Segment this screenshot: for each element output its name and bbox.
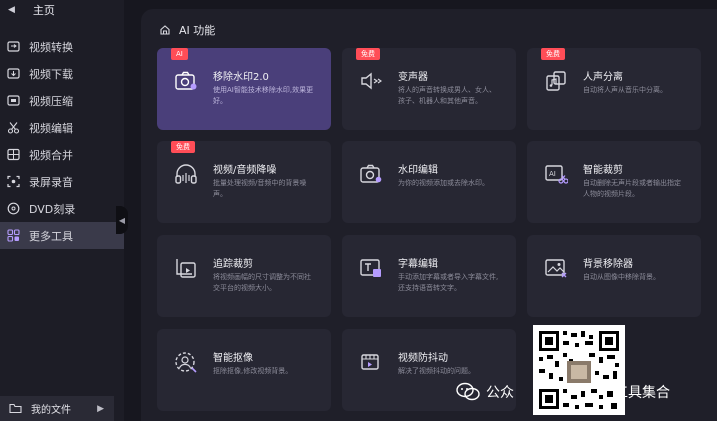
sidebar-item-label: 视频合并 [29, 148, 73, 162]
ai-scissors-icon: AI [543, 161, 569, 187]
camera-icon [358, 161, 384, 187]
card-description: 解决了视频抖动的问题。 [398, 367, 475, 375]
card-title: 追踪裁剪 [213, 259, 253, 270]
card-description: 将视频画幅的尺寸调整为不同社交平台的视频大小。 [213, 273, 311, 292]
ai-badge: AI [171, 48, 188, 60]
card-voice-changer[interactable]: 免费 变声器 将人的声音转换成男人、女人、孩子、机器人和其他声音。 [342, 48, 516, 130]
card-watermark-editor[interactable]: 水印编辑 为你的视频添加或去除水印。 [342, 141, 516, 223]
card-vocal-separation[interactable]: 免费 人声分离 自动将人声从音乐中分离。 [527, 48, 701, 130]
card-title: 人声分离 [583, 72, 623, 83]
card-title: 视频防抖动 [398, 353, 448, 364]
free-badge: 免费 [171, 141, 195, 153]
card-description: 将人的声音转换成男人、女人、孩子、机器人和其他声音。 [398, 86, 496, 105]
card-description: 自动删除无声片段或者输出指定人物的视频片段。 [583, 179, 681, 198]
download-icon [6, 67, 20, 81]
svg-text:AI: AI [549, 170, 556, 178]
my-files-label: 我的文件 [31, 405, 71, 416]
crop-frame-icon [173, 255, 199, 281]
free-badge: 免费 [356, 48, 380, 60]
watermark-text-left: 公众 [486, 385, 514, 401]
sidebar-item-label: DVD刻录 [29, 202, 76, 216]
card-title: 字幕编辑 [398, 259, 438, 270]
free-badge: 免费 [541, 48, 565, 60]
subtitle-icon [358, 255, 384, 281]
sidebar-item-label: 视频转换 [29, 40, 73, 54]
card-description: 自动将人声从音乐中分离。 [583, 86, 667, 94]
my-files-button[interactable]: 我的文件 ▶ [0, 396, 114, 421]
home-label: 主页 [32, 4, 55, 17]
card-track-crop[interactable]: 追踪裁剪 将视频画幅的尺寸调整为不同社交平台的视频大小。 [157, 235, 331, 317]
video-convert-icon [6, 40, 20, 54]
card-description: 抠除抠像,修改视频背景。 [213, 367, 293, 375]
sidebar-item-screen-record[interactable]: 录屏录音 [0, 168, 124, 195]
scissors-icon [6, 121, 20, 135]
chevron-right-icon: ▶ [97, 403, 104, 414]
compress-icon [6, 94, 20, 108]
watermark-overlay: 公众 工具集合 [456, 382, 670, 402]
ai-features-panel: AI 功能 AI 移除水印2.0 使用AI智能技术移除水印,效果更好。 免费 变… [141, 9, 717, 421]
card-smart-cut[interactable]: AI 智能裁剪 自动删除无声片段或者输出指定人物的视频片段。 [527, 141, 701, 223]
home-nav-item[interactable]: ◀ 主页 [0, 0, 124, 20]
wechat-icon [456, 382, 480, 402]
screen-record-icon [6, 175, 20, 189]
folder-icon [9, 403, 22, 414]
watermark-text-right: 工具集合 [614, 385, 670, 401]
sidebar-item-dvd-burn[interactable]: DVD刻录 [0, 195, 124, 222]
ai-features-icon [159, 24, 171, 36]
card-background-remover[interactable]: 背景移除器 自动从图像中移除背景。 [527, 235, 701, 317]
speaker-icon [358, 68, 384, 94]
card-title: 水印编辑 [398, 165, 438, 176]
more-tools-icon [6, 229, 20, 243]
music-note-icon [543, 68, 569, 94]
card-description: 使用AI智能技术移除水印,效果更好。 [213, 86, 314, 105]
card-title: 变声器 [398, 72, 428, 83]
card-title: 智能裁剪 [583, 165, 623, 176]
sidebar-nav: 视频转换 视频下载 视频压缩 视频编辑 视频合并 录屏录音 DVD刻录 更多工具 [0, 33, 124, 249]
card-description: 为你的视频添加或去除水印。 [398, 179, 489, 187]
card-title: 移除水印2.0 [213, 72, 269, 83]
sidebar: ◀ 主页 视频转换 视频下载 视频压缩 视频编辑 视频合并 录屏录音 DVD刻录… [0, 0, 124, 421]
sidebar-item-label: 录屏录音 [29, 175, 73, 189]
card-title: 智能抠像 [213, 353, 253, 364]
panel-title-text: AI 功能 [179, 24, 216, 37]
image-icon [543, 255, 569, 281]
back-arrow-icon[interactable]: ◀ [8, 5, 15, 15]
headphones-icon [173, 161, 199, 187]
sidebar-item-label: 视频编辑 [29, 121, 73, 135]
camera-eraser-icon [173, 68, 199, 94]
merge-icon [6, 148, 20, 162]
sidebar-collapse-handle[interactable]: ◀ [116, 206, 128, 234]
sidebar-item-video-download[interactable]: 视频下载 [0, 60, 124, 87]
card-title: 背景移除器 [583, 259, 633, 270]
sidebar-item-label: 视频下载 [29, 67, 73, 81]
panel-title: AI 功能 [159, 22, 215, 38]
card-title: 视频/音频降噪 [213, 165, 277, 176]
sidebar-item-label: 视频压缩 [29, 94, 73, 108]
sidebar-item-label: 更多工具 [29, 229, 73, 243]
sidebar-item-video-compress[interactable]: 视频压缩 [0, 87, 124, 114]
dvd-icon [6, 202, 20, 216]
sidebar-item-video-merge[interactable]: 视频合并 [0, 141, 124, 168]
portrait-cutout-icon [173, 349, 199, 375]
card-smart-cutout[interactable]: 智能抠像 抠除抠像,修改视频背景。 [157, 329, 331, 411]
chevron-left-icon: ◀ [118, 215, 126, 225]
card-description: 批量处理视频/音频中的背景噪声。 [213, 179, 307, 198]
card-description: 自动从图像中移除背景。 [583, 273, 660, 281]
card-description: 手动添加字幕或者导入字幕文件,还支持语音转文字。 [398, 273, 499, 292]
film-stabilize-icon [358, 349, 384, 375]
card-watermark-remover[interactable]: AI 移除水印2.0 使用AI智能技术移除水印,效果更好。 [157, 48, 331, 130]
sidebar-item-video-convert[interactable]: 视频转换 [0, 33, 124, 60]
card-noise-reduction[interactable]: 免费 视频/音频降噪 批量处理视频/音频中的背景噪声。 [157, 141, 331, 223]
sidebar-item-video-edit[interactable]: 视频编辑 [0, 114, 124, 141]
card-subtitle-editor[interactable]: 字幕编辑 手动添加字幕或者导入字幕文件,还支持语音转文字。 [342, 235, 516, 317]
sidebar-item-more-tools[interactable]: 更多工具 [0, 222, 124, 249]
